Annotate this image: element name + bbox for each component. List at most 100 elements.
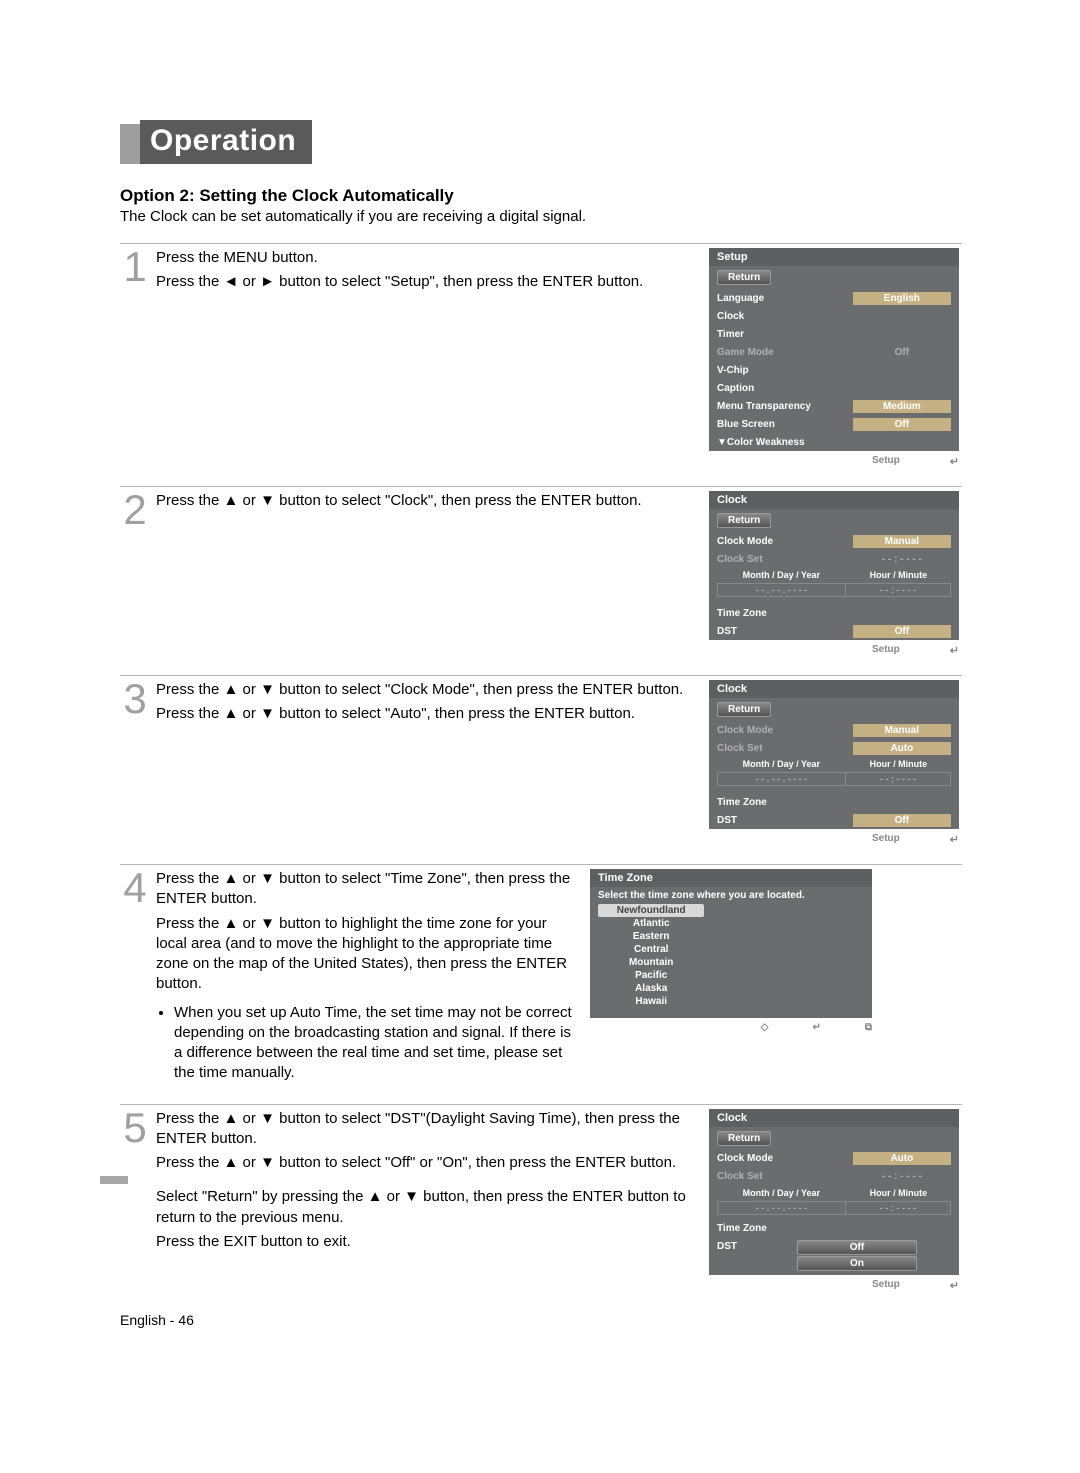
down-arrow-icon: ▼ — [260, 915, 275, 932]
grid-value: - - : - - - - — [846, 1202, 950, 1214]
osd-footer: Setup ↵ — [707, 451, 961, 468]
text: Press the — [156, 870, 224, 887]
osd-row-label[interactable]: Clock — [717, 311, 853, 322]
osd-return-button[interactable]: Return — [717, 702, 771, 717]
osd-row-label[interactable]: ▼Color Weakness — [717, 437, 853, 448]
osd-title: Clock — [709, 1109, 959, 1127]
osd-row-label[interactable]: DST — [717, 815, 853, 826]
grid-header: Hour / Minute — [846, 570, 951, 580]
down-arrow-icon: ▼ — [260, 681, 275, 698]
osd-row-label: Clock Mode — [717, 725, 853, 736]
tz-option-alaska[interactable]: Alaska — [598, 982, 704, 995]
down-arrow-icon: ▼ — [260, 1110, 275, 1127]
step-number: 4 — [120, 869, 150, 1086]
osd-row-label: DST — [717, 1241, 853, 1252]
page-title: Operation — [140, 120, 312, 164]
text: or — [238, 273, 260, 290]
down-arrow-icon: ▼ — [260, 870, 275, 887]
osd-row-value: Manual — [853, 724, 951, 737]
text: or — [238, 1110, 260, 1127]
up-arrow-icon: ▲ — [224, 1154, 239, 1171]
grid-value: - - : - - - - — [846, 773, 950, 785]
tz-option-central[interactable]: Central — [598, 943, 704, 956]
text: button to select "Clock", then press the… — [275, 492, 642, 509]
osd-row-label[interactable]: Language — [717, 293, 853, 304]
step-note: When you set up Auto Time, the set time … — [174, 1003, 576, 1084]
text: or — [238, 705, 260, 722]
section-header: Operation — [120, 120, 962, 164]
osd-row-value: Off — [853, 625, 951, 638]
grid-value: - - . - - . - - - - — [718, 773, 846, 785]
osd-row-label[interactable]: Time Zone — [717, 797, 853, 808]
step-number: 5 — [120, 1109, 150, 1292]
text: or — [238, 492, 260, 509]
text: Press the — [156, 1154, 224, 1171]
osd-row-label[interactable]: V-Chip — [717, 365, 853, 376]
osd-clock-menu: Clock Return Clock ModeManual Clock SetA… — [709, 680, 959, 829]
osd-row-label[interactable]: Menu Transparency — [717, 401, 853, 412]
text: Press the — [156, 681, 224, 698]
step-body: Press the MENU button. Press the ◄ or ► … — [156, 248, 700, 468]
grid-header: Month / Day / Year — [717, 570, 846, 580]
timezone-map — [704, 904, 864, 1008]
osd-row-label[interactable]: Clock Mode — [717, 536, 853, 547]
text: Press the — [156, 1110, 224, 1127]
grid-header: Hour / Minute — [846, 759, 951, 769]
osd-title: Clock — [709, 680, 959, 698]
page-side-marker — [100, 1176, 128, 1184]
osd-row-value: Auto — [853, 742, 951, 755]
tz-option-mountain[interactable]: Mountain — [598, 956, 704, 969]
tz-option-atlantic[interactable]: Atlantic — [598, 917, 704, 930]
osd-return-button[interactable]: Return — [717, 1131, 771, 1146]
osd-row-label[interactable]: Caption — [717, 383, 853, 394]
step-body: Press the ▲ or ▼ button to select "Clock… — [156, 491, 700, 657]
osd-footer: Setup ↵ — [707, 640, 961, 657]
osd-return-button[interactable]: Return — [717, 513, 771, 528]
tz-option-eastern[interactable]: Eastern — [598, 930, 704, 943]
down-arrow-icon: ▼ — [260, 705, 275, 722]
osd-row-value: Off — [853, 814, 951, 827]
text: Press the — [156, 705, 224, 722]
osd-row-label: Clock Set — [717, 743, 853, 754]
osd-row-label[interactable]: Time Zone — [717, 1223, 853, 1234]
right-arrow-icon: ► — [260, 273, 275, 290]
intro-text: The Clock can be set automatically if yo… — [120, 208, 962, 225]
step-body: Press the ▲ or ▼ button to select "Clock… — [156, 680, 700, 846]
dst-option-on[interactable]: On — [797, 1256, 917, 1271]
text: or — [238, 915, 260, 932]
osd-footer: ◇ ↵ ⧉ — [588, 1018, 874, 1033]
osd-return-button[interactable]: Return — [717, 270, 771, 285]
step-1: 1 Press the MENU button. Press the ◄ or … — [120, 243, 962, 468]
osd-row-label[interactable]: Timer — [717, 329, 853, 340]
osd-row-label[interactable]: Blue Screen — [717, 419, 853, 430]
step-2: 2 Press the ▲ or ▼ button to select "Clo… — [120, 486, 962, 657]
tz-option-hawaii[interactable]: Hawaii — [598, 995, 704, 1008]
step-3: 3 Press the ▲ or ▼ button to select "Clo… — [120, 675, 962, 846]
text: or — [238, 870, 260, 887]
step-number: 3 — [120, 680, 150, 846]
text: button to select "Clock Mode", then pres… — [275, 681, 683, 698]
step-number: 2 — [120, 491, 150, 657]
tz-option-pacific[interactable]: Pacific — [598, 969, 704, 982]
osd-row-label[interactable]: DST — [717, 626, 853, 637]
osd-clock-menu: Clock Return Clock ModeAuto Clock Set- -… — [709, 1109, 959, 1275]
osd-row-label[interactable]: Clock Mode — [717, 1153, 853, 1164]
osd-row-value: Medium — [853, 400, 951, 413]
osd-title: Setup — [709, 248, 959, 266]
enter-icon: ↵ — [950, 455, 959, 468]
osd-footer: Setup ↵ — [707, 829, 961, 846]
osd-timezone-menu: Time Zone Select the time zone where you… — [590, 869, 872, 1018]
osd-clock-menu: Clock Return Clock ModeManual Clock Set-… — [709, 491, 959, 640]
osd-row-label[interactable]: Time Zone — [717, 608, 853, 619]
up-arrow-icon: ▲ — [224, 1110, 239, 1127]
osd-subtitle: Select the time zone where you are locat… — [590, 887, 872, 904]
tz-option-newfoundland[interactable]: Newfoundland — [598, 904, 704, 917]
grid-value: - - . - - . - - - - — [718, 1202, 846, 1214]
up-arrow-icon: ▲ — [224, 870, 239, 887]
up-arrow-icon: ▲ — [224, 705, 239, 722]
down-arrow-icon: ▼ — [260, 1154, 275, 1171]
enter-icon: ↵ — [950, 1279, 959, 1292]
osd-row-value: Manual — [853, 535, 951, 548]
down-arrow-icon: ▼ — [260, 492, 275, 509]
text: or — [238, 681, 260, 698]
